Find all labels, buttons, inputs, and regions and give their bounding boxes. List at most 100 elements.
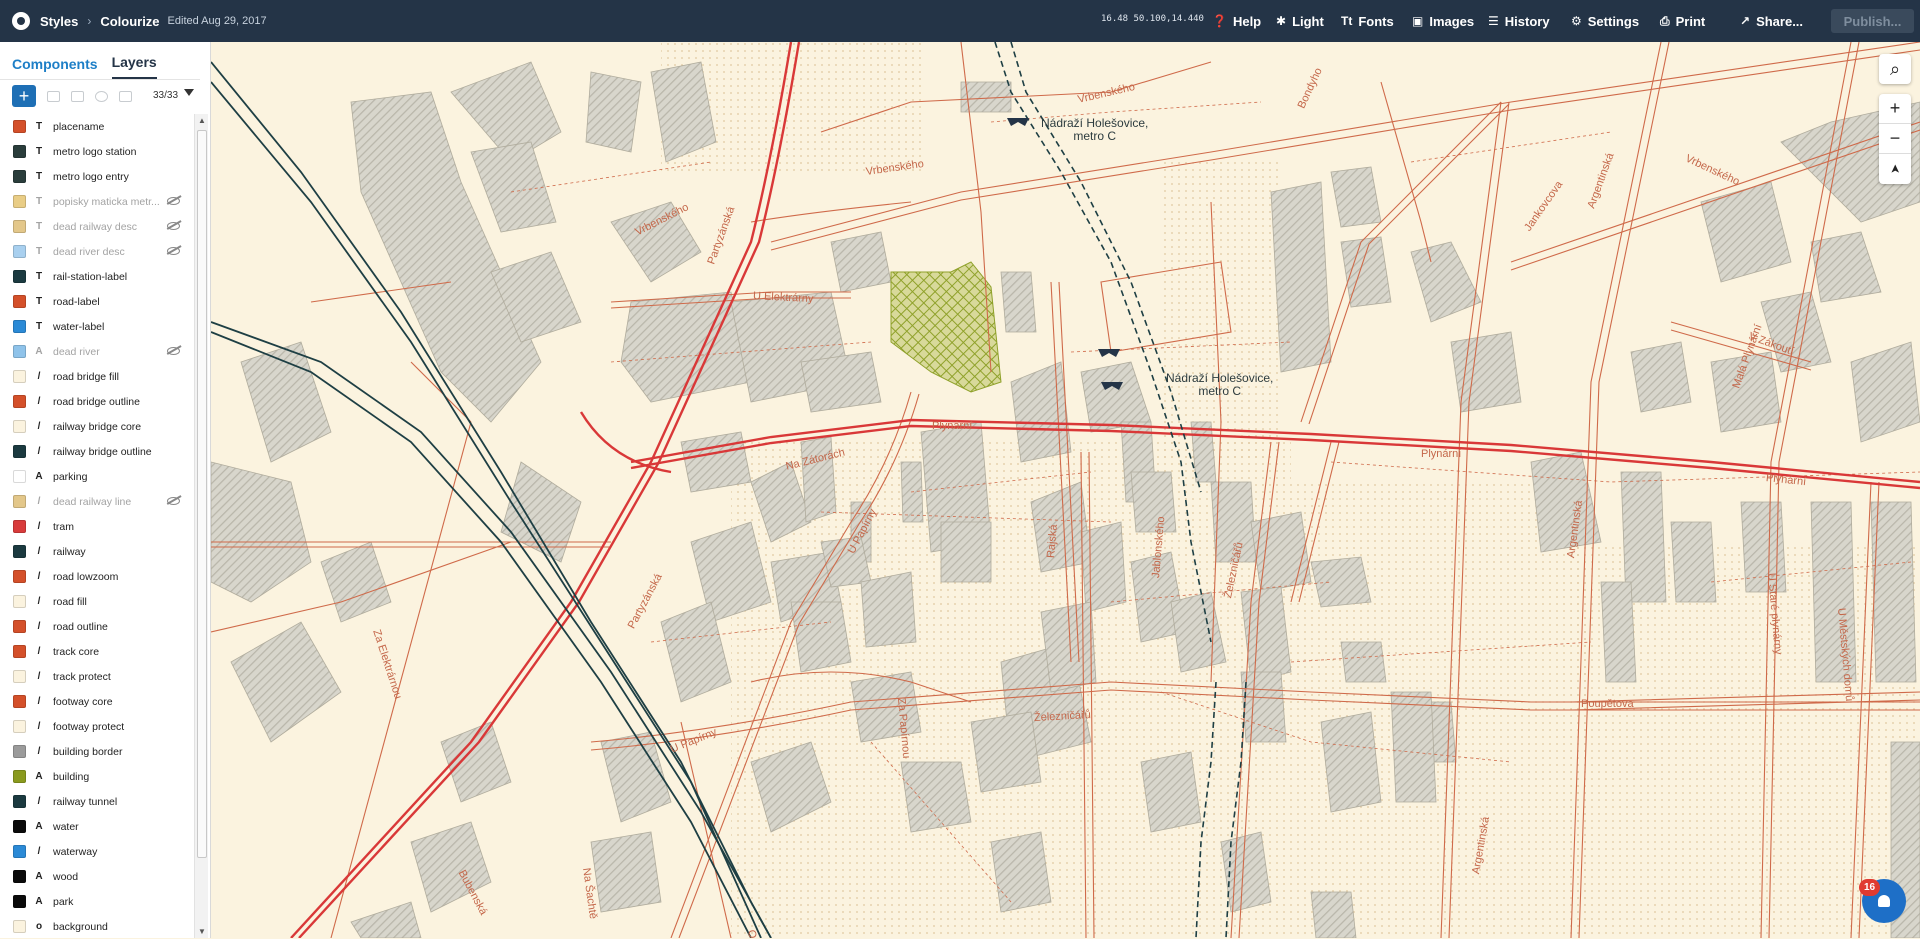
eye-icon[interactable] [95, 90, 108, 102]
light-button[interactable]: ✱ Light [1276, 0, 1324, 42]
images-button[interactable]: ▣ Images [1412, 0, 1474, 42]
breadcrumb-style-name[interactable]: Colourize [100, 14, 159, 29]
history-button[interactable]: ☰ History [1488, 0, 1550, 42]
layer-row[interactable]: Adead river [0, 339, 193, 364]
layer-color-swatch[interactable] [13, 420, 26, 433]
layer-color-swatch[interactable] [13, 920, 26, 933]
tab-layers[interactable]: Layers [111, 54, 157, 79]
layer-color-swatch[interactable] [13, 320, 26, 333]
trash-icon[interactable] [119, 90, 132, 102]
layer-color-swatch[interactable] [13, 695, 26, 708]
layer-row[interactable]: Troad-label [0, 289, 193, 314]
compass-icon[interactable]: ➤ [1880, 153, 1910, 185]
layer-color-swatch[interactable] [13, 670, 26, 683]
fonts-button[interactable]: Tt Fonts [1341, 0, 1394, 42]
layer-color-swatch[interactable] [13, 495, 26, 508]
hidden-eye-icon[interactable] [167, 247, 180, 255]
duplicate-icon[interactable] [47, 90, 60, 102]
layer-row[interactable]: / dead railway line [0, 489, 193, 514]
layer-row[interactable]: Awater [0, 814, 193, 839]
layer-color-swatch[interactable] [13, 370, 26, 383]
layer-color-swatch[interactable] [13, 720, 26, 733]
layer-row[interactable]: Tdead river desc [0, 239, 193, 264]
layer-color-swatch[interactable] [13, 770, 26, 783]
print-button[interactable]: ⎙ Print [1660, 0, 1705, 42]
layer-color-swatch[interactable] [13, 870, 26, 883]
layer-color-swatch[interactable] [13, 395, 26, 408]
layer-color-swatch[interactable] [13, 120, 26, 133]
share-button[interactable]: ↗ Share... [1740, 0, 1803, 42]
hidden-eye-icon[interactable] [167, 222, 180, 230]
layer-color-swatch[interactable] [13, 445, 26, 458]
layer-row[interactable]: Tpopisky maticka metr... [0, 189, 193, 214]
app-logo-icon[interactable] [12, 12, 30, 30]
layer-color-swatch[interactable] [13, 145, 26, 158]
layer-row[interactable]: / track protect [0, 664, 193, 689]
layer-row[interactable]: / road bridge fill [0, 364, 193, 389]
layer-color-swatch[interactable] [13, 645, 26, 658]
filter-icon[interactable] [184, 89, 194, 96]
layer-row[interactable]: Aparking [0, 464, 193, 489]
layer-row[interactable]: Trail-station-label [0, 264, 193, 289]
tab-components[interactable]: Components [12, 56, 98, 79]
layer-color-swatch[interactable] [13, 745, 26, 758]
layer-color-swatch[interactable] [13, 470, 26, 483]
layer-color-swatch[interactable] [13, 595, 26, 608]
folder-icon[interactable] [71, 90, 84, 102]
layer-row[interactable]: / building border [0, 739, 193, 764]
layer-row[interactable]: Tmetro logo entry [0, 164, 193, 189]
layer-color-swatch[interactable] [13, 620, 26, 633]
layer-row[interactable]: / road fill [0, 589, 193, 614]
layer-row[interactable]: / railway bridge core [0, 414, 193, 439]
layer-color-swatch[interactable] [13, 570, 26, 583]
layer-color-swatch[interactable] [13, 170, 26, 183]
layer-row[interactable]: Abuilding [0, 764, 193, 789]
layer-row[interactable]: / railway tunnel [0, 789, 193, 814]
layer-row[interactable]: o background [0, 914, 193, 939]
help-button[interactable]: ❓ Help [1212, 0, 1261, 42]
layer-row[interactable]: Tdead railway desc [0, 214, 193, 239]
layer-row[interactable]: / track core [0, 639, 193, 664]
layer-color-swatch[interactable] [13, 295, 26, 308]
layer-color-swatch[interactable] [13, 345, 26, 358]
layer-row[interactable]: / road bridge outline [0, 389, 193, 414]
layer-row[interactable]: / footway protect [0, 714, 193, 739]
layer-color-swatch[interactable] [13, 795, 26, 808]
publish-button[interactable]: Publish... [1831, 9, 1914, 33]
add-layer-button[interactable]: + [12, 85, 36, 107]
scroll-down-icon[interactable]: ▼ [198, 927, 206, 936]
layer-color-swatch[interactable] [13, 220, 26, 233]
zoom-out-button[interactable]: − [1879, 124, 1911, 154]
layer-color-swatch[interactable] [13, 245, 26, 258]
layer-color-swatch[interactable] [13, 895, 26, 908]
layer-row[interactable]: Twater-label [0, 314, 193, 339]
layer-color-swatch[interactable] [13, 520, 26, 533]
layer-row[interactable]: Tplacename [0, 114, 193, 139]
settings-button[interactable]: ⚙ Settings [1571, 0, 1639, 42]
layer-color-swatch[interactable] [13, 195, 26, 208]
hidden-eye-icon[interactable] [167, 347, 180, 355]
breadcrumb-styles[interactable]: Styles [40, 14, 78, 29]
layer-row[interactable]: Tmetro logo station [0, 139, 193, 164]
layer-row[interactable]: / tram [0, 514, 193, 539]
layer-color-swatch[interactable] [13, 545, 26, 558]
layer-row[interactable]: Awood [0, 864, 193, 889]
zoom-in-button[interactable]: + [1879, 94, 1911, 124]
layer-row[interactable]: / road lowzoom [0, 564, 193, 589]
map-canvas[interactable]: Vrbenského Vrbenského Vrbenského Vrbensk… [211, 42, 1920, 938]
layer-list-scrollbar[interactable]: ▲ ▼ [194, 114, 208, 938]
layer-row[interactable]: / railway [0, 539, 193, 564]
layer-row[interactable]: / footway core [0, 689, 193, 714]
layer-color-swatch[interactable] [13, 270, 26, 283]
hidden-eye-icon[interactable] [167, 197, 180, 205]
layer-row[interactable]: / railway bridge outline [0, 439, 193, 464]
hidden-eye-icon[interactable] [167, 497, 180, 505]
search-icon[interactable]: ⌕ [1879, 54, 1911, 84]
layer-row[interactable]: / road outline [0, 614, 193, 639]
layer-color-swatch[interactable] [13, 845, 26, 858]
layer-color-swatch[interactable] [13, 820, 26, 833]
scrollbar-thumb[interactable] [197, 130, 207, 858]
scroll-up-icon[interactable]: ▲ [198, 116, 206, 125]
layer-row[interactable]: Apark [0, 889, 193, 914]
layer-row[interactable]: / waterway [0, 839, 193, 864]
